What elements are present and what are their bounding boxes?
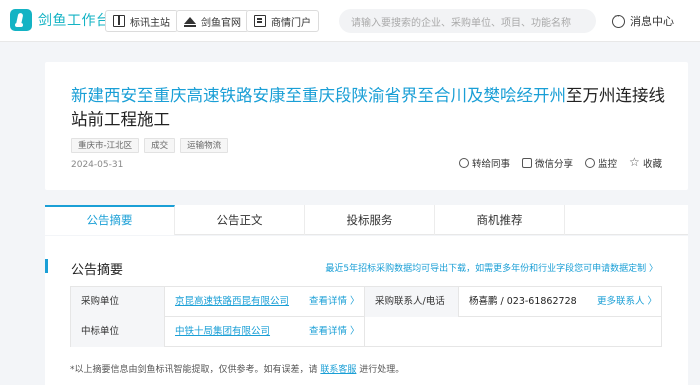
crown-icon: [184, 15, 196, 27]
tag-region: 重庆市-江北区: [71, 138, 140, 153]
summary-title: 公告摘要: [71, 263, 124, 278]
notice-tabs: 公告摘要 公告正文 投标服务 商机推荐: [45, 205, 688, 235]
search-placeholder: 请输入要搜索的企业、采购单位、项目、功能名称: [351, 17, 571, 29]
nav-label: 商情门户: [271, 17, 311, 29]
nav-label: 标讯主站: [130, 17, 170, 29]
monitor-button[interactable]: 监控: [584, 156, 617, 170]
search-input[interactable]: 请输入要搜索的企业、采购单位、项目、功能名称: [339, 9, 596, 33]
table-row: 采购单位 京昆高速铁路西昆有限公司 查看详情 〉 采购联系人/电话 杨喜鹏 / …: [71, 287, 661, 317]
share-person-icon: [458, 158, 469, 168]
purchaser-label: 采购单位: [71, 287, 165, 317]
tab-full-text[interactable]: 公告正文: [175, 205, 305, 235]
action-label: 监控: [597, 159, 617, 170]
notice-tags: 重庆市-江北区 成交 运输物流: [71, 138, 233, 153]
notice-title: 新建西安至重庆高速铁路安康至重庆段陕渝省界至合川及樊哙经开州至万州连接线站前工程…: [71, 84, 671, 132]
tag-status: 成交: [144, 138, 176, 153]
wechat-share-button[interactable]: 微信分享: [521, 156, 573, 170]
disclaimer-text: *以上摘要信息由剑鱼标讯智能提取，仅供参考。如有误差，请: [70, 365, 318, 375]
winner-label: 中标单位: [71, 317, 165, 347]
monitor-icon: [584, 158, 595, 168]
winner-link[interactable]: 中铁十局集团有限公司: [165, 317, 305, 347]
nav-main-site-button[interactable]: 标讯主站: [105, 10, 178, 32]
book-icon: [113, 15, 125, 27]
app-name: 剑鱼工作台: [38, 13, 111, 29]
star-icon: [629, 155, 640, 169]
table-row: 中标单位 中铁十局集团有限公司 查看详情 〉: [71, 317, 661, 347]
logo[interactable]: 剑鱼工作台: [10, 9, 111, 31]
disclaimer: *以上摘要信息由剑鱼标讯智能提取，仅供参考。如有误差，请 联系客服 进行处理。: [70, 362, 404, 375]
nav-official-site-button[interactable]: 剑鱼官网: [176, 10, 249, 32]
notice-header-card: 新建西安至重庆高速铁路安康至重庆段陕渝省界至合川及樊哙经开州至万州连接线站前工程…: [45, 62, 688, 190]
message-center-label: 消息中心: [630, 15, 674, 28]
tab-summary[interactable]: 公告摘要: [45, 205, 175, 235]
summary-panel: 公告摘要 最近5年招标采购数据均可导出下载，如需更多年份和行业字段您可申请数据定…: [45, 236, 688, 385]
fish-logo-icon: [10, 9, 32, 31]
contact-support-link[interactable]: 联系客服: [320, 365, 356, 375]
message-center-button[interactable]: 消息中心: [612, 12, 674, 29]
document-icon: [254, 15, 266, 27]
tag-industry: 运输物流: [180, 138, 229, 153]
winner-details-link[interactable]: 查看详情 〉: [305, 317, 365, 347]
message-icon: [612, 12, 625, 28]
nav-label: 剑鱼官网: [201, 17, 241, 29]
section-marker: [45, 259, 48, 273]
favorite-button[interactable]: 收藏: [629, 155, 662, 171]
data-export-link[interactable]: 最近5年招标采购数据均可导出下载，如需更多年份和行业字段您可申请数据定制 〉: [325, 261, 658, 274]
notice-actions: 转给同事 微信分享 监控 收藏: [447, 155, 662, 171]
purchaser-link[interactable]: 京昆高速铁路西昆有限公司: [165, 287, 305, 317]
tab-opportunities[interactable]: 商机推荐: [435, 205, 565, 235]
notice-title-highlight[interactable]: 新建西安至重庆高速铁路安康至重庆段陕渝省界至合川及樊哙经开州: [71, 86, 566, 105]
summary-table: 采购单位 京昆高速铁路西昆有限公司 查看详情 〉 采购联系人/电话 杨喜鹏 / …: [70, 286, 662, 347]
action-label: 收藏: [642, 159, 662, 170]
empty-cell: [365, 317, 661, 347]
action-label: 转给同事: [471, 159, 510, 170]
contact-label: 采购联系人/电话: [365, 287, 459, 317]
top-bar: 剑鱼工作台 标讯主站 剑鱼官网 商情门户 请输入要搜索的企业、采购单位、项目、功…: [0, 0, 700, 42]
more-contacts-link[interactable]: 更多联系人 〉: [591, 287, 661, 317]
contact-value: 杨喜鹏 / 023-61862728: [469, 296, 577, 307]
tab-bidding-service[interactable]: 投标服务: [305, 205, 435, 235]
action-label: 微信分享: [534, 159, 573, 170]
wechat-icon: [521, 158, 532, 168]
forward-to-colleague-button[interactable]: 转给同事: [458, 156, 510, 170]
purchaser-details-link[interactable]: 查看详情 〉: [305, 287, 365, 317]
nav-business-portal-button[interactable]: 商情门户: [246, 10, 319, 32]
notice-date: 2024-05-31: [71, 160, 124, 170]
disclaimer-text-end: 进行处理。: [359, 365, 405, 375]
